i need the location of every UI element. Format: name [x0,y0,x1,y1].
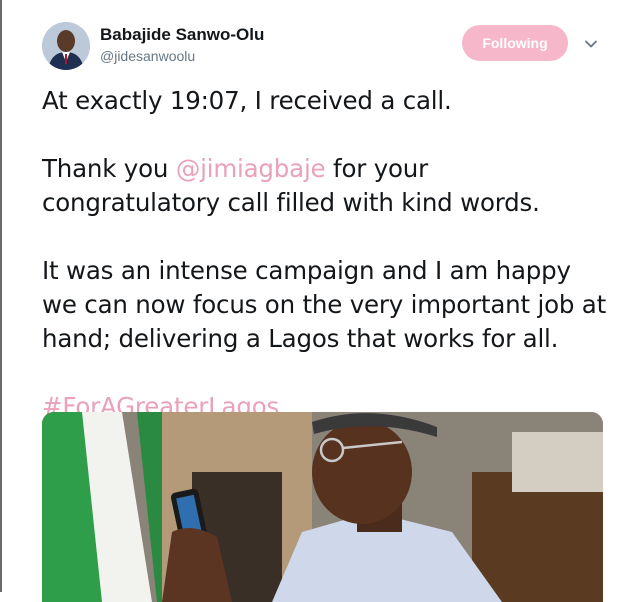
user-names: Babajide Sanwo-Olu @jidesanwoolu [100,24,264,66]
mention-link[interactable]: @jimiagbaje [176,154,326,183]
chevron-down-icon[interactable] [584,36,598,50]
display-name[interactable]: Babajide Sanwo-Olu [100,24,264,46]
window-edge [0,0,2,592]
tweet-text: At exactly 19:07, I received a call. Tha… [42,84,612,424]
tweet-header: Babajide Sanwo-Olu @jidesanwoolu Followi… [42,22,616,74]
user-handle[interactable]: @jidesanwoolu [100,46,264,66]
tweet-paragraph: It was an intense campaign and I am happ… [42,256,607,353]
avatar[interactable] [42,22,90,70]
tweet-photo[interactable] [42,412,603,602]
tweet-text-segment: Thank you [42,154,176,183]
tweet-paragraph: Thank you @jimiagbaje for your congratul… [42,152,612,220]
following-button[interactable]: Following [462,25,568,61]
tweet-paragraph: At exactly 19:07, I received a call. [42,86,452,115]
